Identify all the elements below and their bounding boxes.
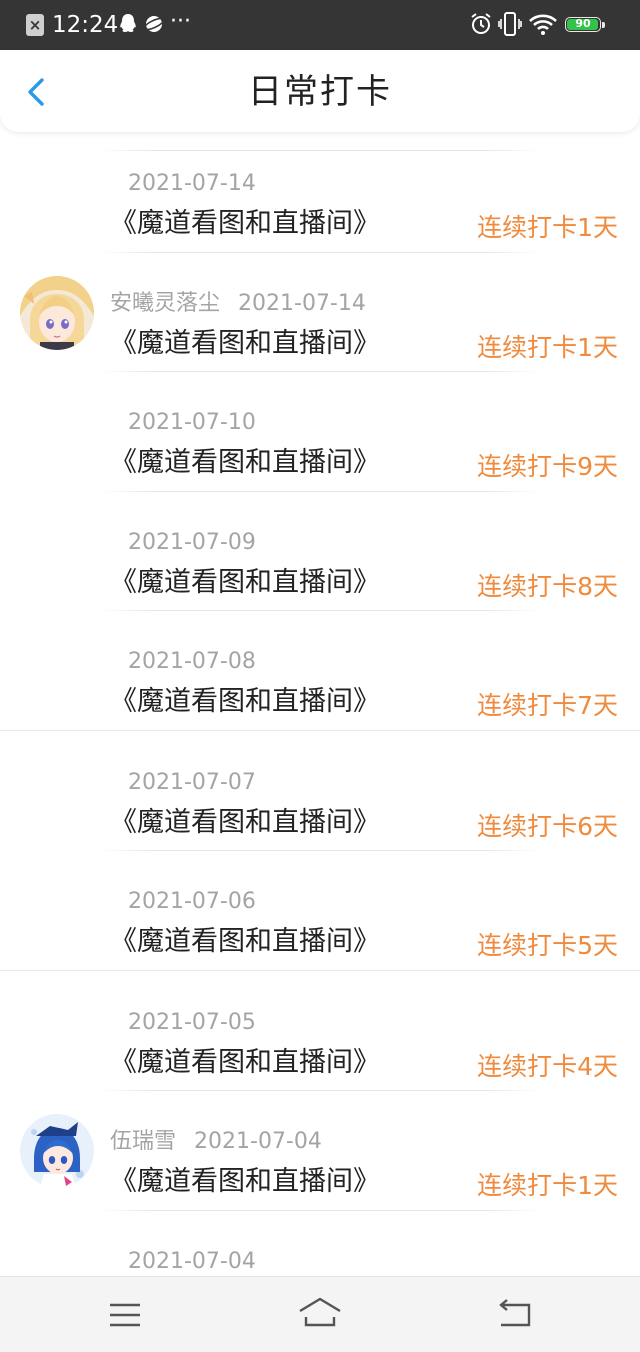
more-dots-icon: ··· <box>170 9 191 34</box>
room-name: 《魔道看图和直播间》 <box>110 686 380 717</box>
streak-label: 连续打卡1天 <box>477 213 618 242</box>
user-name[interactable]: 伍瑞雪 <box>110 1129 176 1154</box>
avatar-image <box>20 275 94 350</box>
avatar[interactable] <box>20 1114 94 1188</box>
battery-level: 90 <box>575 17 591 30</box>
streak-label: 连续打卡1天 <box>477 332 618 362</box>
checkin-list[interactable]: 2021-07-14 《魔道看图和直播间》 连续打卡1天 安曦灵落尘 2021-… <box>0 132 640 1329</box>
list-item[interactable]: 2021-07-10 《魔道看图和直播间》 连续打卡9天 <box>0 371 640 491</box>
battery-icon: 90 <box>565 17 605 32</box>
checkin-date: 2021-07-14 <box>128 171 256 196</box>
checkin-date: 2021-07-04 <box>128 1248 256 1274</box>
avatar[interactable] <box>20 275 94 350</box>
list-item[interactable]: 伍瑞雪 2021-07-04 《魔道看图和直播间》 连续打卡1天 <box>0 1090 640 1210</box>
checkin-date: 2021-07-06 <box>128 889 256 914</box>
streak-label: 连续打卡5天 <box>477 931 618 960</box>
room-name: 《魔道看图和直播间》 <box>110 566 380 598</box>
streak-label: 连续打卡8天 <box>477 571 618 601</box>
room-name: 《魔道看图和直播间》 <box>110 327 380 359</box>
user-name[interactable]: 安曦灵落尘 <box>110 291 220 316</box>
app-header: 日常打卡 <box>0 50 640 132</box>
vibrate-icon <box>498 12 522 36</box>
checkin-date: 2021-07-07 <box>128 769 256 795</box>
list-item[interactable]: 安曦灵落尘 2021-07-14 《魔道看图和直播间》 连续打卡1天 <box>0 251 640 372</box>
menu-icon[interactable] <box>108 1301 142 1329</box>
alarm-icon <box>471 13 491 34</box>
home-icon[interactable] <box>297 1295 343 1329</box>
list-item[interactable]: 2021-07-07 《魔道看图和直播间》 连续打卡6天 <box>0 729 640 851</box>
room-name: 《魔道看图和直播间》 <box>110 806 380 838</box>
list-item[interactable]: 2021-07-14 《魔道看图和直播间》 连续打卡1天 <box>0 132 640 252</box>
list-item[interactable]: 2021-07-06 《魔道看图和直播间》 连续打卡5天 <box>0 850 640 970</box>
list-item[interactable]: 2021-07-09 《魔道看图和直播间》 连续打卡8天 <box>0 490 640 611</box>
wifi-icon <box>529 14 557 35</box>
room-name: 《魔道看图和直播间》 <box>110 208 380 239</box>
checkin-date: 2021-07-05 <box>128 1009 256 1035</box>
checkin-date: 2021-07-14 <box>238 290 366 316</box>
system-nav-bar <box>0 1276 640 1352</box>
qq-icon <box>120 14 136 32</box>
checkin-date: 2021-07-08 <box>128 649 256 674</box>
checkin-meta: 安曦灵落尘 2021-07-14 <box>110 290 366 318</box>
checkin-meta: 伍瑞雪 2021-07-04 <box>110 1128 322 1156</box>
streak-label: 连续打卡9天 <box>477 452 618 481</box>
room-name: 《魔道看图和直播间》 <box>110 447 380 478</box>
room-name: 《魔道看图和直播间》 <box>110 1046 380 1078</box>
page-title: 日常打卡 <box>248 72 392 112</box>
list-item[interactable]: 2021-07-05 《魔道看图和直播间》 连续打卡4天 <box>0 969 640 1091</box>
room-name: 《魔道看图和直播间》 <box>110 1166 380 1197</box>
list-item[interactable]: 2021-07-08 《魔道看图和直播间》 连续打卡7天 <box>0 610 640 730</box>
checkin-date: 2021-07-10 <box>128 410 256 435</box>
streak-label: 连续打卡7天 <box>477 691 618 720</box>
status-bar: × 12:24 ··· 90 <box>0 0 640 50</box>
planet-icon <box>143 16 165 32</box>
streak-label: 连续打卡6天 <box>477 811 618 841</box>
close-notification-icon: × <box>26 14 44 36</box>
back-icon[interactable] <box>497 1299 533 1329</box>
streak-label: 连续打卡4天 <box>477 1051 618 1081</box>
checkin-date: 2021-07-04 <box>194 1129 322 1154</box>
status-time: 12:24 <box>52 12 119 38</box>
room-name: 《魔道看图和直播间》 <box>110 926 380 957</box>
streak-label: 连续打卡1天 <box>477 1171 618 1200</box>
checkin-date: 2021-07-09 <box>128 529 256 555</box>
avatar-image <box>20 1114 94 1188</box>
